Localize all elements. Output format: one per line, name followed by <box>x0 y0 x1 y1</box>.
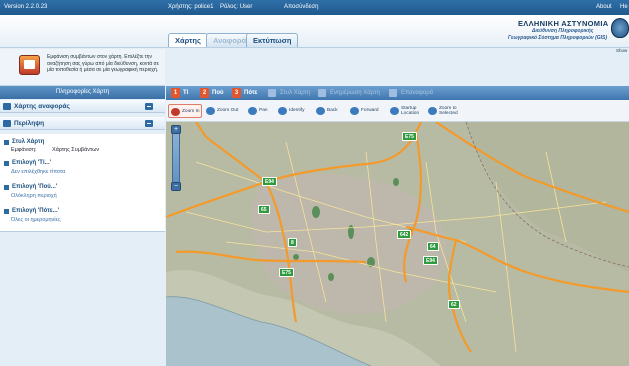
about-link[interactable]: About <box>596 4 612 10</box>
zoom-to-selected-label: Zoom to Selected <box>439 106 458 116</box>
tab-map[interactable]: Χάρτης <box>168 33 208 47</box>
show-link[interactable]: Show <box>616 48 627 53</box>
step-number-badge: 2 <box>200 88 209 98</box>
zoom-out-icon <box>206 107 215 115</box>
back-tool[interactable]: Back <box>314 104 344 118</box>
zoom-slider[interactable] <box>172 128 180 190</box>
logout-link[interactable]: Αποσύνδεση <box>284 4 318 10</box>
summary-where: Επιλογή 'Πού...' <box>4 184 57 190</box>
step-toolbar: 1 Τί 2 Πού 3 Πότε Στυλ Χάρτη Ενημέρωση Χ… <box>166 86 629 100</box>
identify-label: Identify <box>289 108 305 113</box>
collapse-icon[interactable] <box>145 103 153 110</box>
zoom-selected-icon <box>428 107 437 115</box>
summary-map-style: Στυλ Χάρτη <box>4 139 44 145</box>
map-view[interactable]: + − E75 E94 65 8 642 64 E94 E75 62 <box>166 122 629 366</box>
summary-where-value[interactable]: Ολόκληρη περιοχή <box>11 193 57 199</box>
summary-icon <box>3 120 11 127</box>
brand-subtitle: Διεύθυνση Πληροφορικής <box>532 28 594 34</box>
map-style-label: Στυλ Χάρτη <box>280 90 311 96</box>
map-canvas <box>166 122 629 366</box>
collapse-icon[interactable] <box>145 120 153 127</box>
summary-display-value: Χάρτης Συμβάντων <box>52 147 100 153</box>
user-label: Χρήστης: police1 <box>168 4 214 10</box>
globe-icon <box>3 103 11 110</box>
road-marker: 62 <box>448 300 460 309</box>
road-marker: E94 <box>262 177 277 186</box>
step-where-button[interactable]: 2 Πού <box>200 88 224 98</box>
intro-text: Εμφάνιση συμβάντων στον χάρτη. Επιλέξτε … <box>47 54 159 73</box>
help-link[interactable]: He <box>620 4 628 10</box>
startup-location-label: Startup Location <box>401 106 420 116</box>
step-number-badge: 1 <box>171 88 180 98</box>
zoom-out-label: Zoom Out <box>217 108 239 113</box>
role-label: Ρόλος: User <box>220 4 253 10</box>
info-icon <box>278 107 287 115</box>
summary-when-value[interactable]: Όλες οι ημερομηνίες <box>11 217 61 223</box>
road-marker: E94 <box>423 256 438 265</box>
palette-icon <box>268 89 276 97</box>
summary-display-key: Εμφάνιση: <box>11 147 37 153</box>
zoom-in-label: Zoom In <box>182 109 200 114</box>
forward-tool[interactable]: Forward <box>348 104 384 118</box>
zoom-out-tool[interactable]: Zoom Out <box>204 104 244 118</box>
road-marker: E75 <box>402 132 417 141</box>
refresh-icon <box>318 89 326 97</box>
road-marker: 642 <box>397 230 412 239</box>
section-summary[interactable]: Περίληψη <box>0 117 165 130</box>
header: Χάρτης Αναφορά Εκτύπωση ΕΛΛΗΝΙΚΗ ΑΣΤΥΝΟΜ… <box>0 15 629 48</box>
zoom-in-tool[interactable]: Zoom In <box>168 104 202 118</box>
police-emblem-icon <box>611 18 629 38</box>
back-icon <box>316 107 325 115</box>
pan-label: Pan <box>259 108 268 113</box>
section-summary-label: Περίληψη <box>14 120 45 127</box>
section-reference-map[interactable]: Χάρτης αναφοράς <box>0 100 165 113</box>
brand-system-name: Γεωγραφικό Σύστημα Πληροφοριών (GIS) <box>508 35 608 41</box>
zoom-minus-icon[interactable]: − <box>171 182 181 191</box>
reset-icon <box>389 89 397 97</box>
zoom-plus-icon[interactable]: + <box>171 125 181 134</box>
zoom-in-icon <box>171 108 180 116</box>
summary-what: Επιλογή 'Τί...' <box>4 160 51 166</box>
section-reference-map-label: Χάρτης αναφοράς <box>14 103 70 110</box>
pan-tool[interactable]: Pan <box>246 104 272 118</box>
summary-what-value[interactable]: Δεν επιλέχθηκε τίποτα <box>11 169 65 175</box>
version-label: Version 2.2.0.23 <box>4 4 48 10</box>
step-when-label: Πότε <box>244 90 258 96</box>
map-info-icon <box>19 55 40 75</box>
summary-when: Επιλογή 'Πότε...' <box>4 208 59 214</box>
step-number-badge: 3 <box>232 88 241 98</box>
pan-icon <box>248 107 257 115</box>
road-marker: 64 <box>427 242 439 251</box>
forward-label: Forward <box>361 108 379 113</box>
startup-location-tool[interactable]: Startup Location <box>388 104 422 118</box>
road-marker: 65 <box>258 205 270 214</box>
tab-print[interactable]: Εκτύπωση <box>246 33 299 47</box>
zoom-to-selected-tool[interactable]: Zoom to Selected <box>426 104 462 118</box>
back-label: Back <box>327 108 338 113</box>
road-marker: 8 <box>288 238 297 247</box>
intro-panel: Εμφάνιση συμβάντων στον χάρτη. Επιλέξτε … <box>0 49 165 86</box>
forward-icon <box>350 107 359 115</box>
summary-body: Στυλ Χάρτη Εμφάνιση: Χάρτης Συμβάντων Επ… <box>0 134 165 232</box>
brand-title: ΕΛΛΗΝΙΚΗ ΑΣΤΥΝΟΜΙΑ <box>518 19 609 28</box>
step-what-label: Τί <box>183 90 189 96</box>
map-toolbar: Zoom In Zoom Out Pan Identify Back Forwa… <box>166 100 629 122</box>
top-bar: Version 2.2.0.23 Χρήστης: police1 Ρόλος:… <box>0 0 629 15</box>
identify-tool[interactable]: Identify <box>276 104 310 118</box>
step-when-button[interactable]: 3 Πότε <box>232 88 257 98</box>
step-what-button[interactable]: 1 Τί <box>171 88 188 98</box>
reset-button[interactable]: Επαναφορά <box>389 88 433 98</box>
reset-label: Επαναφορά <box>401 90 434 96</box>
left-panel-title: Πληροφορίες Χάρτη <box>0 86 165 99</box>
home-location-icon <box>390 107 399 115</box>
update-map-label: Ενημέρωση Χάρτη <box>330 90 380 96</box>
update-map-button[interactable]: Ενημέρωση Χάρτη <box>318 88 380 98</box>
map-style-button[interactable]: Στυλ Χάρτη <box>268 88 310 98</box>
road-marker: E75 <box>279 268 294 277</box>
step-where-label: Πού <box>212 90 224 96</box>
